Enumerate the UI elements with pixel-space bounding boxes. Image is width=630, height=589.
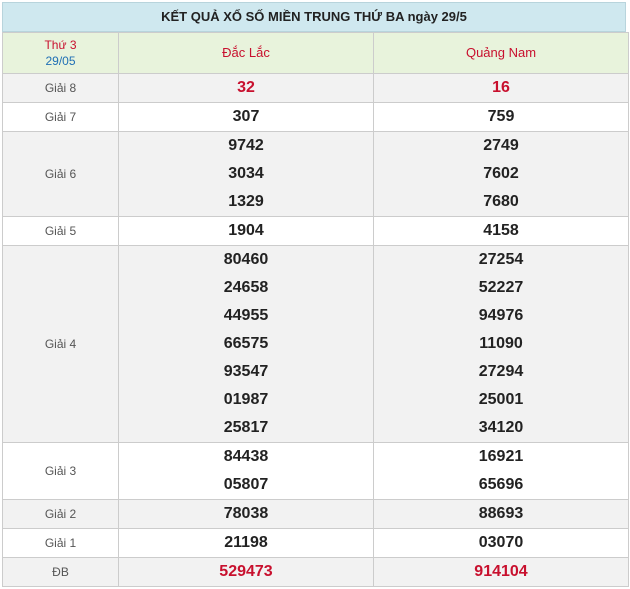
prize-cell-a: 32 — [118, 73, 374, 103]
prize-number: 88693 — [478, 505, 524, 522]
prize-number: 7680 — [483, 193, 519, 210]
prize-cell-a: 80460 24658 44955 66575 93547 01987 25817 — [118, 245, 374, 443]
prize-number: 21198 — [224, 534, 268, 551]
prize-cell-a: 78038 — [118, 499, 374, 529]
prize-row: Giải 7 307 759 — [2, 102, 629, 132]
prize-row: Giải 4 80460 24658 44955 66575 93547 01987 2581… — [2, 245, 629, 443]
prize-number: 759 — [487, 108, 515, 125]
prize-number: 529473 — [219, 563, 273, 580]
prize-number: 80460 — [223, 251, 269, 268]
prize-label: Giải 5 — [2, 216, 119, 246]
prize-number: 65696 — [478, 476, 524, 493]
prize-cell-b: 27254 52227 94976 11090 27294 25001 34120 — [373, 245, 629, 443]
prize-cell-a: 84438 05807 — [118, 442, 374, 500]
prize-number: 1329 — [228, 193, 264, 210]
prize-number: 16 — [492, 79, 510, 96]
prize-number: 16921 — [478, 448, 524, 465]
prize-cell-b: 88693 — [373, 499, 629, 529]
table-header-row: Thứ 3 29/05 Đắc Lắc Quảng Nam — [2, 32, 629, 74]
prize-number: 307 — [232, 108, 260, 125]
province-b-header[interactable]: Quảng Nam — [373, 32, 629, 74]
prize-number: 3034 — [228, 165, 264, 182]
prize-number: 94976 — [478, 307, 524, 324]
prize-number: 01987 — [223, 391, 269, 408]
prize-row: Giải 6 9742 3034 1329 2749 7602 7680 — [2, 131, 629, 217]
prize-label: Giải 7 — [2, 102, 119, 132]
prize-number: 11090 — [479, 335, 523, 352]
prize-cell-b: 16 — [373, 73, 629, 103]
prize-number: 52227 — [478, 279, 524, 296]
results-table: Thứ 3 29/05 Đắc Lắc Quảng Nam Giải 8 32 16… — [2, 32, 629, 587]
prize-cell-a: 21198 — [118, 528, 374, 558]
prize-number: 1904 — [228, 222, 264, 239]
prize-row: Giải 2 78038 88693 — [2, 499, 629, 529]
prize-label: Giải 8 — [2, 73, 119, 103]
day-label: Thứ 3 — [44, 38, 77, 52]
prize-number: 93547 — [223, 363, 269, 380]
prize-label: Giải 1 — [2, 528, 119, 558]
prize-label: ĐB — [2, 557, 119, 587]
prize-cell-b: 4158 — [373, 216, 629, 246]
province-a-label[interactable]: Đắc Lắc — [222, 45, 270, 60]
prize-number: 9742 — [228, 137, 264, 154]
date-cell: Thứ 3 29/05 — [2, 32, 119, 74]
prize-cell-a: 307 — [118, 102, 374, 132]
prize-cell-a: 9742 3034 1329 — [118, 131, 374, 217]
results-title: KẾT QUẢ XỔ SỐ MIỀN TRUNG THỨ BA ngày 29/… — [2, 2, 626, 32]
prize-number: 05807 — [223, 476, 269, 493]
prize-number: 32 — [237, 79, 255, 96]
province-a-header[interactable]: Đắc Lắc — [118, 32, 374, 74]
prize-number: 24658 — [223, 279, 269, 296]
date-label: 29/05 — [45, 54, 76, 68]
prize-row: Giải 5 1904 4158 — [2, 216, 629, 246]
prize-label: Giải 4 — [2, 245, 119, 443]
prize-number: 7602 — [483, 165, 519, 182]
prize-cell-b: 759 — [373, 102, 629, 132]
prize-cell-b: 2749 7602 7680 — [373, 131, 629, 217]
prize-number: 66575 — [223, 335, 269, 352]
prize-row: Giải 8 32 16 — [2, 73, 629, 103]
prize-number: 03070 — [478, 534, 524, 551]
prize-number: 2749 — [483, 137, 519, 154]
prize-number: 78038 — [223, 505, 269, 522]
province-b-label[interactable]: Quảng Nam — [466, 45, 536, 60]
prize-label: Giải 6 — [2, 131, 119, 217]
prize-cell-b: 03070 — [373, 528, 629, 558]
prize-number: 914104 — [474, 563, 528, 580]
prize-number: 25817 — [223, 419, 269, 436]
prize-row: Giải 1 21198 03070 — [2, 528, 629, 558]
prize-cell-a: 529473 — [118, 557, 374, 587]
prize-number: 27254 — [478, 251, 524, 268]
prize-cell-a: 1904 — [118, 216, 374, 246]
prize-cell-b: 914104 — [373, 557, 629, 587]
prize-number: 4158 — [483, 222, 519, 239]
prize-cell-b: 16921 65696 — [373, 442, 629, 500]
prize-label: Giải 3 — [2, 442, 119, 500]
prize-number: 27294 — [478, 363, 524, 380]
prize-row: ĐB 529473 914104 — [2, 557, 629, 587]
prize-number: 25001 — [478, 391, 524, 408]
prize-label: Giải 2 — [2, 499, 119, 529]
prize-row: Giải 3 84438 05807 16921 65696 — [2, 442, 629, 500]
results-widget: KẾT QUẢ XỔ SỐ MIỀN TRUNG THỨ BA ngày 29/… — [0, 0, 630, 589]
prize-number: 44955 — [223, 307, 269, 324]
prize-number: 34120 — [478, 419, 524, 436]
prize-number: 84438 — [223, 448, 269, 465]
